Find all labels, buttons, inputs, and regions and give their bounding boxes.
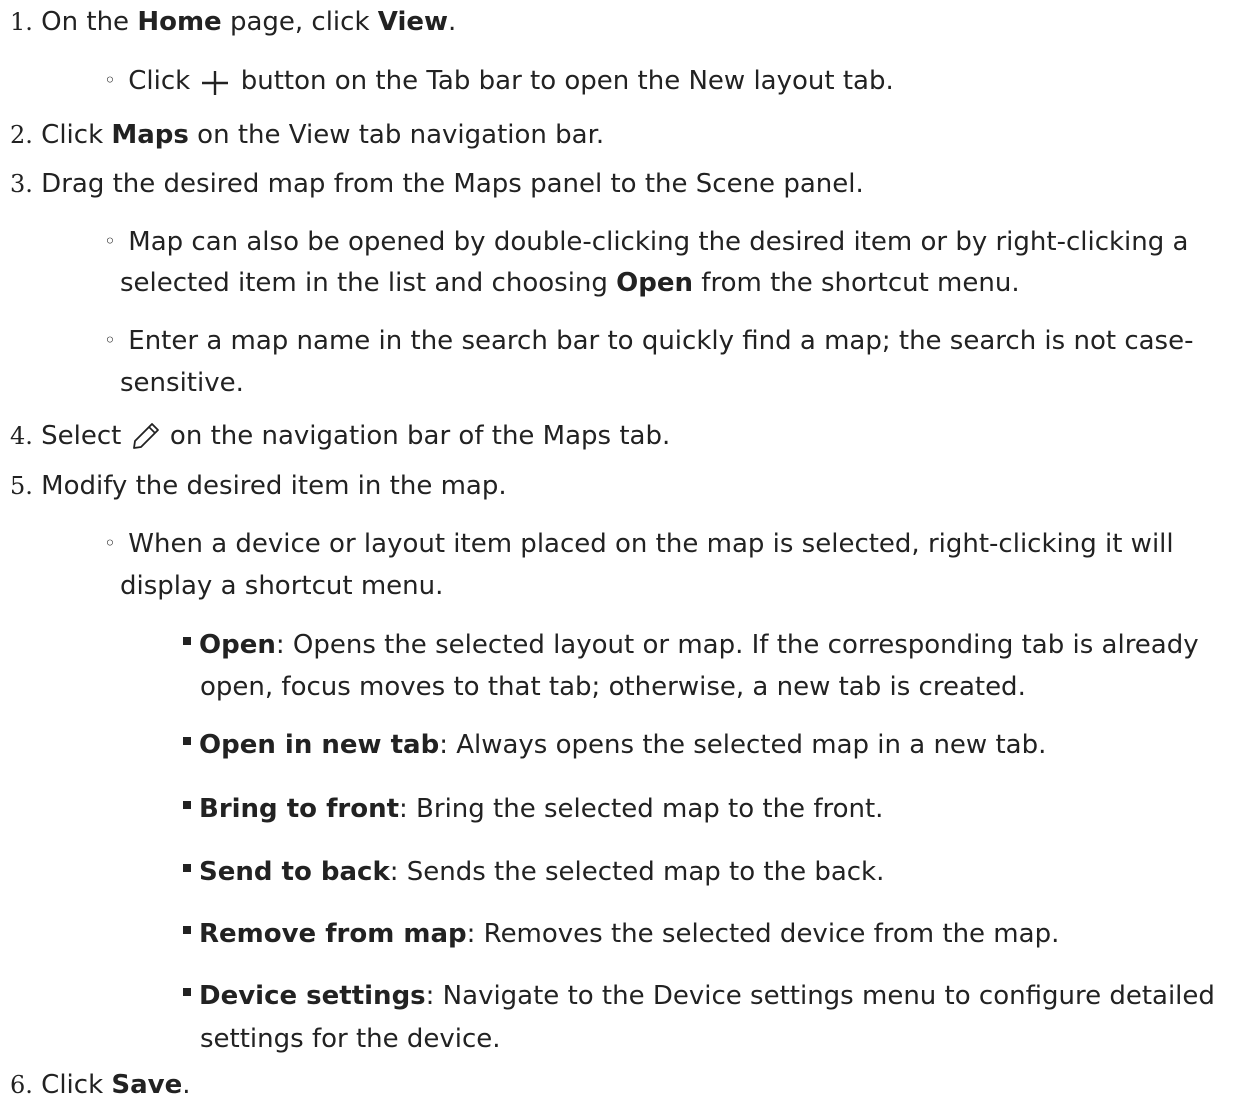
- menu-item-device-settings: Device settings: Navigate to the Device …: [183, 980, 1215, 1012]
- pencil-icon: [130, 420, 162, 460]
- bullet-square: [183, 864, 191, 872]
- bullet-square: [183, 637, 191, 645]
- menu-item-bring-to-front: Bring to front: Bring the selected map t…: [183, 793, 883, 825]
- menu-item-open-in-new-tab: Open in new tab: Always opens the select…: [183, 729, 1046, 761]
- step-2: 2. Click Maps on the View tab navigation…: [10, 120, 605, 150]
- step-4: 4. Select on the navigation bar of the M…: [10, 420, 670, 452]
- menu-item-open: Open: Opens the selected layout or map. …: [183, 629, 1199, 661]
- step-number: 1.: [10, 8, 33, 36]
- bullet-circle: ◦: [104, 531, 116, 555]
- step-1: 1. On the Home page, click View.: [10, 7, 457, 37]
- plus-icon: [198, 67, 232, 105]
- menu-item-device-settings-cont: settings for the device.: [200, 1024, 501, 1054]
- home-label: Home: [137, 7, 222, 37]
- open-label: Open: [616, 268, 694, 298]
- save-label: Save: [111, 1070, 183, 1100]
- bullet-square: [183, 801, 191, 809]
- step-5-sub-cont: display a shortcut menu.: [120, 571, 444, 601]
- menu-item-remove-from-map: Remove from map: Removes the selected de…: [183, 918, 1059, 950]
- bullet-circle: ◦: [104, 328, 116, 352]
- maps-label: Maps: [111, 120, 189, 150]
- step-1-sub: ◦ Click button on the Tab bar to open th…: [104, 64, 894, 96]
- step-3-sub-a-cont: selected item in the list and choosing O…: [120, 268, 1020, 298]
- menu-item-send-to-back: Send to back: Sends the selected map to …: [183, 856, 884, 888]
- step-5-sub: ◦ When a device or layout item placed on…: [104, 529, 1174, 559]
- step-3: 3. Drag the desired map from the Maps pa…: [10, 169, 864, 199]
- bullet-circle: ◦: [104, 68, 116, 92]
- step-3-sub-b: ◦ Enter a map name in the search bar to …: [104, 326, 1194, 356]
- step-5: 5. Modify the desired item in the map.: [10, 471, 507, 501]
- instructions-document: 1. On the Home page, click View. ◦ Click…: [0, 0, 1258, 1102]
- step-6: 6. Click Save.: [10, 1070, 191, 1100]
- bullet-square: [183, 926, 191, 934]
- step-3-sub-a: ◦ Map can also be opened by double-click…: [104, 227, 1189, 257]
- bullet-square: [183, 737, 191, 745]
- view-label: View: [377, 7, 449, 37]
- menu-item-open-cont: open, focus moves to that tab; otherwise…: [200, 672, 1026, 702]
- step-3-sub-b-cont: sensitive.: [120, 368, 244, 398]
- bullet-square: [183, 988, 191, 996]
- bullet-circle: ◦: [104, 229, 116, 253]
